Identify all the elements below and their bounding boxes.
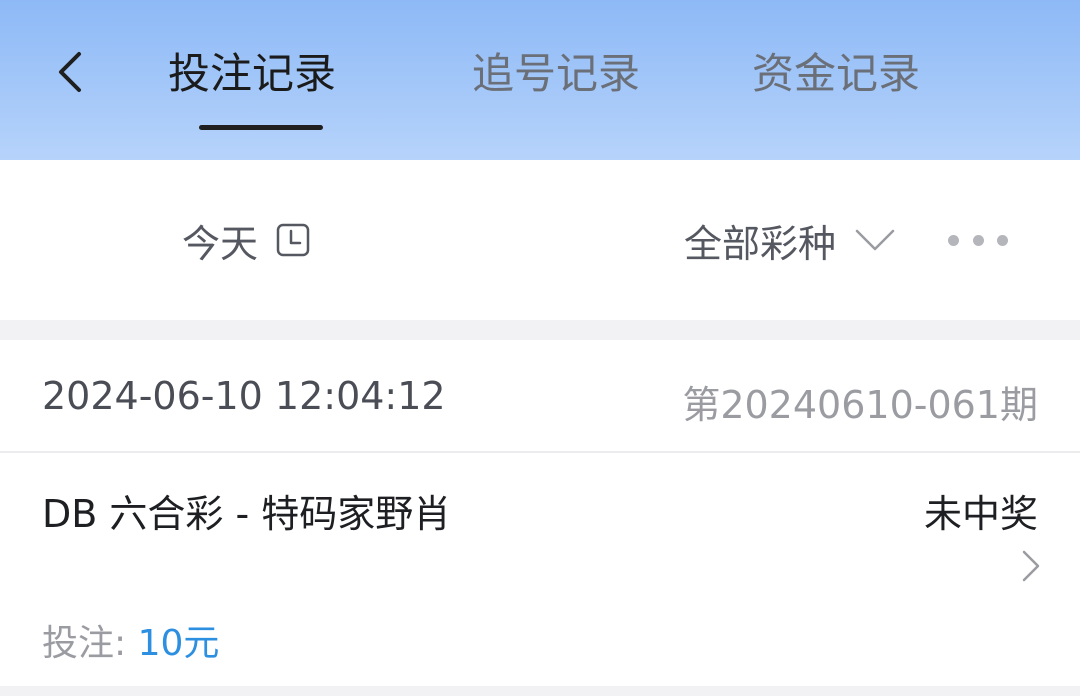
dot <box>948 234 959 246</box>
bet-amount-row: 投注: 10元 <box>42 614 219 666</box>
lottery-type-filter[interactable]: 全部彩种 <box>684 216 896 266</box>
date-filter-label: 今天 <box>182 221 259 266</box>
dot <box>997 234 1008 246</box>
tab-fund-records[interactable]: 资金记录 <box>752 42 920 106</box>
bet-label: 投注: <box>42 623 138 664</box>
result-status: 未中奖 <box>923 492 1038 536</box>
bet-time: 2024-06-10 12:04:12 <box>42 374 446 418</box>
clock-icon <box>276 223 310 257</box>
active-tab-indicator <box>199 125 323 130</box>
chevron-right-icon[interactable] <box>1016 546 1044 586</box>
filter-bar: 今天 全部彩种 <box>0 160 1080 320</box>
tab-bet-records[interactable]: 投注记录 <box>168 42 336 106</box>
date-filter[interactable]: 今天 <box>182 216 310 266</box>
dot <box>972 234 984 246</box>
issue-number: 第20240610-061期 <box>682 383 1038 427</box>
bet-record-card[interactable]: 2024-06-10 12:04:12 第20240610-061期 DB 六合… <box>0 340 1080 686</box>
bet-amount: 10元 <box>137 623 220 664</box>
chevron-left-icon <box>59 52 81 92</box>
back-button[interactable] <box>46 48 94 96</box>
record-header: 2024-06-10 12:04:12 第20240610-061期 <box>0 340 1080 453</box>
lottery-type-label: 全部彩种 <box>684 221 837 266</box>
chevron-down-icon <box>855 229 895 251</box>
tab-chase-records[interactable]: 追号记录 <box>472 42 640 106</box>
more-dots-icon[interactable] <box>948 228 1008 252</box>
app-header: 投注记录 追号记录 资金记录 <box>0 0 1080 160</box>
lottery-name: DB 六合彩 - 特码家野肖 <box>42 492 452 536</box>
